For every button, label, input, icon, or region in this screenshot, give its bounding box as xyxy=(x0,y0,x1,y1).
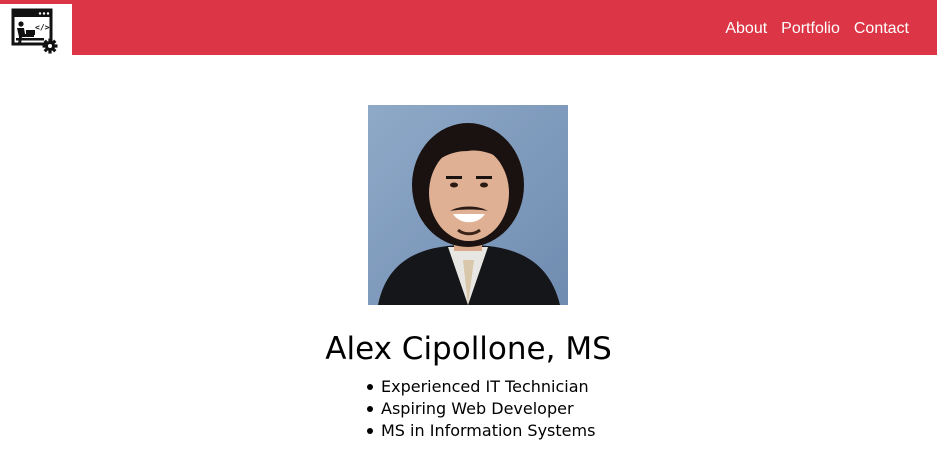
nav-links: About Portfolio Contact xyxy=(725,18,909,40)
nav-link-contact[interactable]: Contact xyxy=(854,18,909,40)
navbar: </> About Portfolio Contact xyxy=(0,0,937,55)
site-logo[interactable]: </> xyxy=(0,4,72,55)
list-item: Experienced IT Technician xyxy=(366,376,595,398)
developer-workstation-gear-icon: </> xyxy=(11,8,58,54)
nav-link-about[interactable]: About xyxy=(725,18,767,40)
list-item: Aspiring Web Developer xyxy=(366,398,595,420)
svg-text:</>: </> xyxy=(35,23,50,32)
list-item: MS in Information Systems xyxy=(366,420,595,442)
profile-photo xyxy=(368,105,568,305)
profile-name: Alex Cipollone, MS xyxy=(325,331,612,367)
nav-link-portfolio[interactable]: Portfolio xyxy=(781,18,840,40)
highlights-list: Experienced IT Technician Aspiring Web D… xyxy=(366,376,595,442)
